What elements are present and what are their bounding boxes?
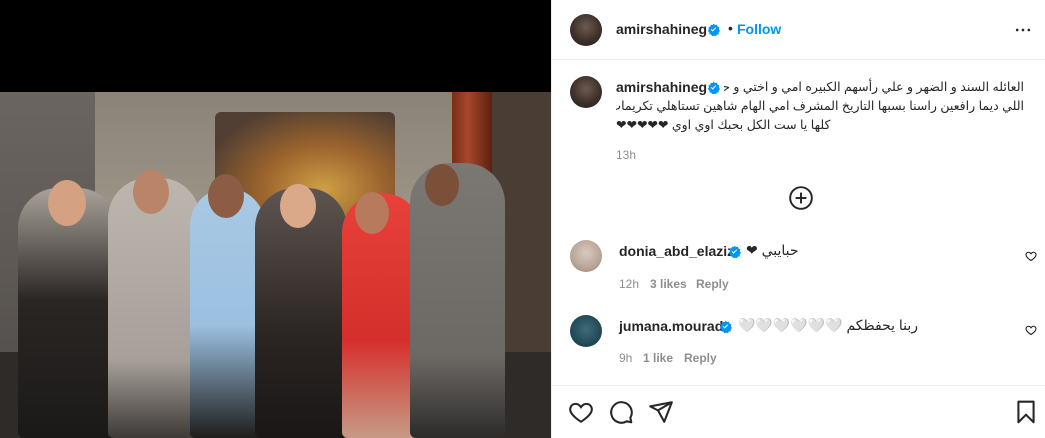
comment-text: ربنا يحفظكم 🤍🤍🤍🤍🤍🤍 (738, 317, 919, 333)
heart-icon[interactable] (1025, 250, 1037, 262)
post-photo (0, 92, 551, 438)
header-separator: • (728, 20, 733, 36)
owner-avatar[interactable] (570, 14, 602, 46)
comment-timestamp[interactable]: 9h (619, 351, 632, 365)
comment-text: حبايبي ❤ (746, 242, 799, 258)
person-3-head (208, 174, 244, 218)
verified-badge-icon (719, 320, 732, 333)
person-5-head (355, 192, 389, 234)
heart-icon[interactable] (568, 399, 594, 425)
comment-bubble-icon[interactable] (608, 399, 634, 425)
caption-owner-avatar[interactable] (570, 76, 602, 108)
person-2 (108, 178, 200, 438)
comment-avatar[interactable] (570, 315, 602, 347)
plus-circle-icon[interactable] (788, 185, 814, 211)
verified-badge-icon (707, 23, 720, 36)
comment-likes[interactable]: 1 like (643, 351, 673, 365)
post-side-panel: amirshahineg • Follow amirshahineg العائ… (551, 0, 1045, 438)
caption-username[interactable]: amirshahineg (616, 79, 707, 95)
comment-username[interactable]: jumana.mourad (619, 318, 723, 334)
follow-button[interactable]: Follow (737, 21, 781, 37)
reply-button[interactable]: Reply (696, 277, 729, 291)
more-options-icon[interactable] (1013, 20, 1033, 40)
comment-avatar[interactable] (570, 240, 602, 272)
person-4-head (280, 184, 316, 228)
paper-plane-icon[interactable] (648, 399, 674, 425)
post-media[interactable] (0, 0, 551, 438)
post-header: amirshahineg • Follow (552, 0, 1045, 60)
person-1-head (48, 180, 86, 226)
person-6 (410, 163, 505, 438)
verified-badge-icon (707, 81, 720, 94)
action-bar (552, 385, 1045, 438)
caption-line-2: اللي ديما رافعين راسنا بسبها التاريخ الم… (616, 99, 1024, 113)
reply-button[interactable]: Reply (684, 351, 717, 365)
caption-line-1: العائله السند و الضهر و علي رأسهم الكبير… (724, 80, 1024, 94)
owner-username[interactable]: amirshahineg (616, 21, 707, 37)
comment-likes[interactable]: 3 likes (650, 277, 687, 291)
person-6-head (425, 164, 459, 206)
person-3 (190, 188, 265, 438)
verified-badge-icon (728, 245, 741, 258)
comment-timestamp[interactable]: 12h (619, 277, 639, 291)
comment-username[interactable]: donia_abd_elaziz (619, 243, 734, 259)
heart-icon[interactable] (1025, 324, 1037, 336)
person-2-head (133, 170, 169, 214)
caption-timestamp[interactable]: 13h (616, 148, 636, 162)
bookmark-icon[interactable] (1013, 399, 1039, 425)
caption-line-3: كلها يا ست الكل بحبك اوي اوي ❤❤❤❤❤ (616, 118, 831, 132)
